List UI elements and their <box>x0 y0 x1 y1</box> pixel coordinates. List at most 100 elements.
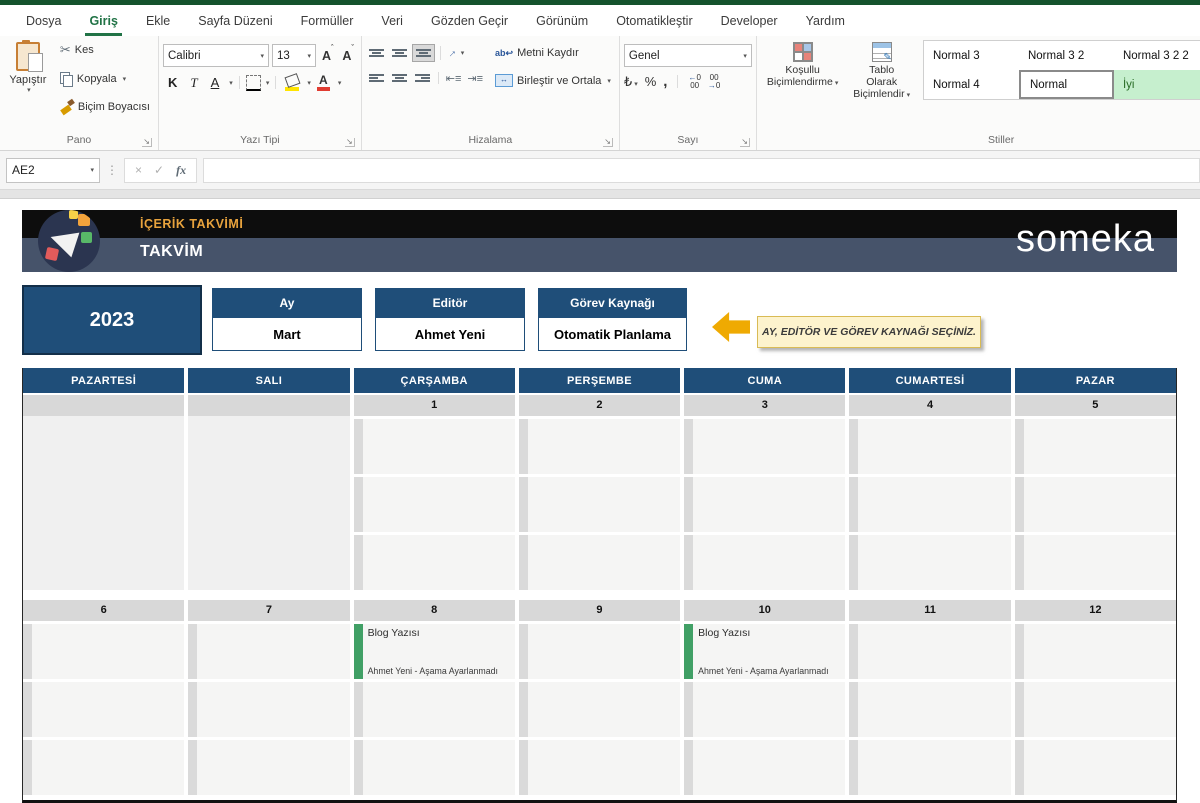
style-normal-3-2[interactable]: Normal 3 2 <box>1019 41 1114 70</box>
task-slot[interactable] <box>23 624 184 679</box>
task-slot[interactable] <box>849 740 1010 795</box>
day-cell-11[interactable]: 11 <box>849 600 1010 795</box>
task-slot[interactable] <box>849 624 1010 679</box>
format-as-table-button[interactable]: Tablo Olarak Biçimlendir▾ <box>846 40 917 104</box>
task-slot[interactable] <box>684 535 845 590</box>
month-value[interactable]: Mart <box>213 317 361 350</box>
tab-formuller[interactable]: Formüller <box>287 8 368 36</box>
day-cell-12[interactable]: 12 <box>1015 600 1176 795</box>
tab-gorunum[interactable]: Görünüm <box>522 8 602 36</box>
task-item[interactable]: Blog Yazısı Ahmet Yeni - Aşama Ayarlanma… <box>354 624 515 679</box>
task-slot[interactable] <box>354 419 515 474</box>
style-normal-3-2-2[interactable]: Normal 3 2 2 <box>1114 41 1200 70</box>
tab-ekle[interactable]: Ekle <box>132 8 184 36</box>
task-slot[interactable] <box>849 477 1010 532</box>
dialog-launcher-icon[interactable]: ↘ <box>603 138 613 147</box>
increase-decimal-button[interactable]: ←000 <box>688 74 700 90</box>
insert-function-icon[interactable]: fx <box>176 163 186 178</box>
task-slot[interactable] <box>849 535 1010 590</box>
tab-gozden-gecir[interactable]: Gözden Geçir <box>417 8 522 36</box>
cut-button[interactable]: ✂ Kes <box>56 40 154 60</box>
day-cell-1[interactable]: 1 <box>354 395 515 590</box>
task-slot[interactable] <box>1015 477 1176 532</box>
currency-format-button[interactable]: ₺▾ <box>624 74 638 90</box>
align-right-icon[interactable] <box>412 70 433 86</box>
style-iyi[interactable]: İyi <box>1114 70 1200 99</box>
style-normal[interactable]: Normal <box>1019 70 1114 99</box>
percent-format-button[interactable]: % <box>645 74 657 89</box>
bold-button[interactable]: K <box>163 75 182 90</box>
style-normal-3[interactable]: Normal 3 <box>924 41 1019 70</box>
day-cell-2[interactable]: 2 <box>519 395 680 590</box>
task-slot[interactable] <box>684 477 845 532</box>
day-cell-10[interactable]: 10 Blog Yazısı Ahmet Yeni - Aşama Ayarla… <box>684 600 845 795</box>
tab-otomatiklestir[interactable]: Otomatikleştir <box>602 8 706 36</box>
year-box[interactable]: 2023 <box>22 285 202 355</box>
font-color-button[interactable]: A <box>314 75 333 91</box>
day-cell-3[interactable]: 3 <box>684 395 845 590</box>
formula-input[interactable] <box>203 158 1200 183</box>
task-slot[interactable] <box>23 740 184 795</box>
day-cell-6[interactable]: 6 <box>23 600 184 795</box>
day-cell-out[interactable] <box>188 395 349 590</box>
task-slot[interactable] <box>519 535 680 590</box>
paste-button[interactable]: Yapıştır ▾ <box>4 42 52 94</box>
task-slot[interactable] <box>519 419 680 474</box>
fill-color-button[interactable] <box>282 74 302 91</box>
task-slot[interactable] <box>684 682 845 737</box>
tab-developer[interactable]: Developer <box>707 8 792 36</box>
spreadsheet-area[interactable]: İÇERİK TAKVİMİ TAKVİM someka 2023 Ay Mar… <box>0 200 1200 800</box>
align-bottom-icon[interactable] <box>412 44 435 62</box>
style-normal-4[interactable]: Normal 4 <box>924 70 1019 99</box>
decrease-decimal-button[interactable]: 00→0 <box>708 74 720 90</box>
dialog-launcher-icon[interactable]: ↘ <box>740 138 750 147</box>
copy-button[interactable]: Kopyala ▾ <box>56 70 154 88</box>
task-slot[interactable] <box>354 740 515 795</box>
tab-giris[interactable]: Giriş <box>75 8 132 36</box>
editor-value[interactable]: Ahmet Yeni <box>376 317 524 350</box>
task-slot[interactable] <box>849 419 1010 474</box>
day-cell-9[interactable]: 9 <box>519 600 680 795</box>
task-source-value[interactable]: Otomatik Planlama <box>539 317 686 350</box>
decrease-indent-icon[interactable]: ⇤≡ <box>444 72 464 85</box>
task-slot[interactable] <box>1015 682 1176 737</box>
wrap-text-button[interactable]: ab↩ Metni Kaydır <box>491 44 615 62</box>
orientation-icon[interactable]: → <box>443 45 459 61</box>
merge-center-button[interactable]: ↔ Birleştir ve Ortala ▾ <box>491 71 615 90</box>
day-cell-7[interactable]: 7 <box>188 600 349 795</box>
task-slot[interactable] <box>354 535 515 590</box>
task-slot[interactable] <box>354 477 515 532</box>
number-format-select[interactable]: Genel▾ <box>624 44 752 67</box>
format-painter-button[interactable]: Biçim Boyacısı <box>56 98 154 116</box>
align-center-icon[interactable] <box>389 70 410 86</box>
underline-button[interactable]: A <box>206 75 225 90</box>
font-size-select[interactable]: 13▾ <box>272 44 316 67</box>
cancel-formula-icon[interactable]: × <box>135 163 142 177</box>
task-slot[interactable] <box>188 624 349 679</box>
task-slot[interactable] <box>684 740 845 795</box>
task-slot[interactable] <box>849 682 1010 737</box>
align-middle-icon[interactable] <box>389 45 410 61</box>
day-cell-8[interactable]: 8 Blog Yazısı Ahmet Yeni - Aşama Ayarlan… <box>354 600 515 795</box>
task-slot[interactable] <box>519 682 680 737</box>
task-slot[interactable] <box>188 740 349 795</box>
borders-icon[interactable] <box>246 75 261 91</box>
align-left-icon[interactable] <box>366 70 387 86</box>
task-slot[interactable] <box>1015 535 1176 590</box>
task-slot[interactable] <box>354 682 515 737</box>
dialog-launcher-icon[interactable]: ↘ <box>345 138 355 147</box>
conditional-formatting-button[interactable]: Koşullu Biçimlendirme▾ <box>761 40 844 92</box>
increase-font-icon[interactable]: Aˆ <box>319 49 336 63</box>
name-box[interactable]: AE2 ▾ <box>6 158 100 183</box>
tab-veri[interactable]: Veri <box>367 8 417 36</box>
day-cell-4[interactable]: 4 <box>849 395 1010 590</box>
decrease-font-icon[interactable]: Aˇ <box>339 49 356 63</box>
dialog-launcher-icon[interactable]: ↘ <box>142 138 152 147</box>
day-cell-5[interactable]: 5 <box>1015 395 1176 590</box>
task-slot[interactable] <box>1015 740 1176 795</box>
task-slot[interactable] <box>519 624 680 679</box>
align-top-icon[interactable] <box>366 45 387 61</box>
italic-button[interactable]: T <box>185 75 202 91</box>
day-cell-out[interactable] <box>23 395 184 590</box>
increase-indent-icon[interactable]: ⇥≡ <box>465 72 485 85</box>
